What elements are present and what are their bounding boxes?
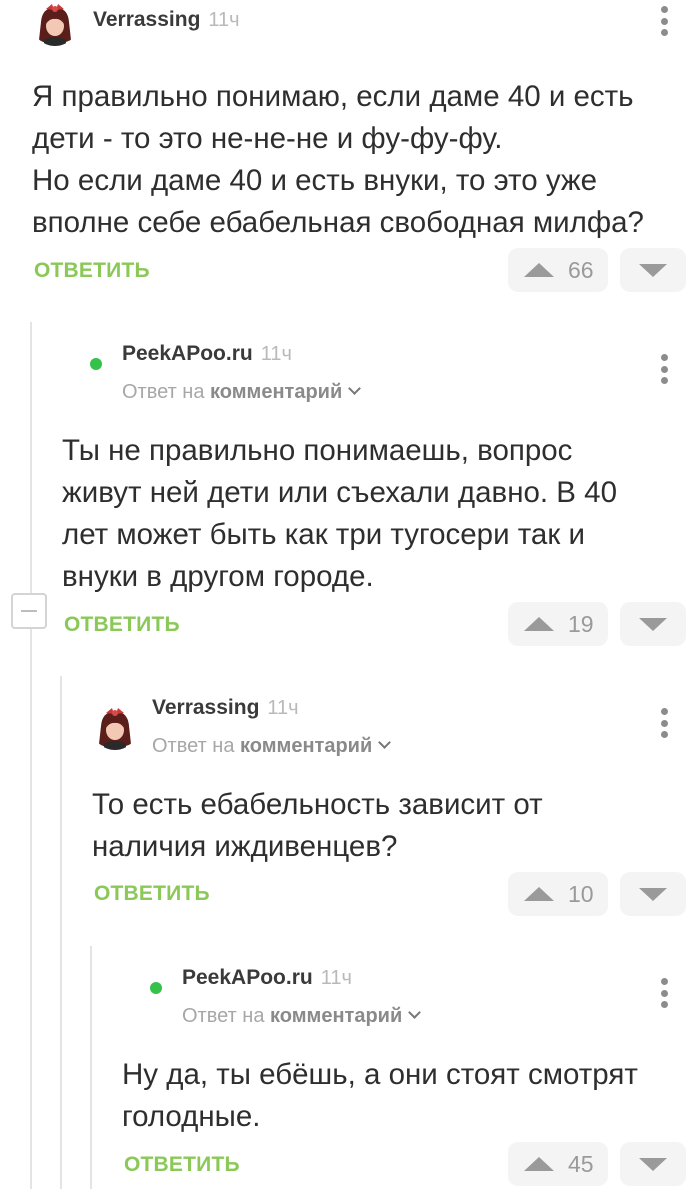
collapse-thread-button[interactable] — [11, 593, 47, 629]
upvote-button[interactable]: 45 — [508, 1142, 608, 1186]
kebab-menu-icon[interactable] — [660, 6, 668, 36]
chevron-down-icon — [378, 736, 392, 749]
downvote-button[interactable] — [620, 602, 686, 646]
author-label: PeekAPoo.ru — [182, 966, 313, 989]
author-name[interactable]: Verrassing 11ч — [152, 696, 299, 720]
author-label: Verrassing — [152, 696, 260, 719]
reply-to-target: комментарий — [240, 735, 373, 757]
reply-button[interactable]: ОТВЕТИТЬ — [124, 1153, 240, 1177]
triangle-up-icon — [524, 617, 554, 631]
comment-thread: Verrassing 11ч Я правильно понимаю, если … — [0, 0, 700, 1189]
comment-text: Ты не правильно понимаешь, вопрос живут … — [62, 434, 617, 593]
reply-to-link[interactable]: Ответ на комментарий — [122, 381, 362, 404]
timestamp: 11ч — [320, 967, 352, 989]
author-label: Verrassing — [93, 8, 201, 31]
avatar[interactable] — [92, 704, 138, 750]
reply-button[interactable]: ОТВЕТИТЬ — [64, 613, 180, 637]
upvote-button[interactable]: 19 — [508, 602, 608, 646]
online-status-dot — [90, 358, 102, 370]
reply-button[interactable]: ОТВЕТИТЬ — [94, 882, 210, 906]
timestamp: 11ч — [267, 697, 299, 719]
kebab-menu-icon[interactable] — [660, 978, 668, 1008]
comment-text: То есть ебабельность зависит от наличия … — [92, 788, 543, 863]
downvote-button[interactable] — [620, 1142, 686, 1186]
thread-branch-line — [60, 676, 62, 1189]
reply-to-prefix: Ответ на — [122, 381, 205, 403]
chevron-down-icon — [348, 382, 362, 395]
reply-to-prefix: Ответ на — [182, 1005, 265, 1027]
chevron-down-icon — [408, 1006, 422, 1019]
triangle-down-icon — [639, 617, 667, 631]
upvote-button[interactable]: 66 — [508, 248, 608, 292]
upvote-button[interactable]: 10 — [508, 872, 608, 916]
comment-text: Я правильно понимаю, если даме 40 и есть… — [32, 80, 644, 239]
reply-to-link[interactable]: Ответ на комментарий — [182, 1005, 422, 1028]
thread-branch-line — [30, 635, 32, 1189]
triangle-up-icon — [524, 1157, 554, 1171]
reply-button[interactable]: ОТВЕТИТЬ — [34, 259, 150, 283]
score: 19 — [568, 610, 594, 637]
author-name[interactable]: PeekAPoo.ru 11ч — [182, 966, 352, 990]
score: 45 — [568, 1150, 594, 1177]
online-status-dot — [150, 982, 162, 994]
triangle-up-icon — [524, 887, 554, 901]
reply-to-target: комментарий — [210, 381, 343, 403]
author-name[interactable]: Verrassing 11ч — [93, 8, 240, 32]
triangle-down-icon — [639, 887, 667, 901]
reply-to-prefix: Ответ на — [152, 735, 235, 757]
score: 10 — [568, 880, 594, 907]
avatar[interactable] — [32, 0, 78, 46]
minus-icon — [21, 610, 37, 612]
kebab-menu-icon[interactable] — [660, 708, 668, 738]
triangle-up-icon — [524, 263, 554, 277]
timestamp: 11ч — [208, 9, 240, 31]
author-name[interactable]: PeekAPoo.ru 11ч — [122, 342, 292, 366]
timestamp: 11ч — [260, 343, 292, 365]
kebab-menu-icon[interactable] — [660, 354, 668, 384]
reply-to-link[interactable]: Ответ на комментарий — [152, 735, 392, 758]
triangle-down-icon — [639, 1157, 667, 1171]
author-label: PeekAPoo.ru — [122, 342, 253, 365]
comment-text: Ну да, ты ебёшь, а они стоят смотрят гол… — [122, 1058, 638, 1133]
score: 66 — [568, 256, 594, 283]
thread-branch-line — [90, 946, 92, 1189]
reply-to-target: комментарий — [270, 1005, 403, 1027]
downvote-button[interactable] — [620, 248, 686, 292]
downvote-button[interactable] — [620, 872, 686, 916]
triangle-down-icon — [639, 263, 667, 277]
